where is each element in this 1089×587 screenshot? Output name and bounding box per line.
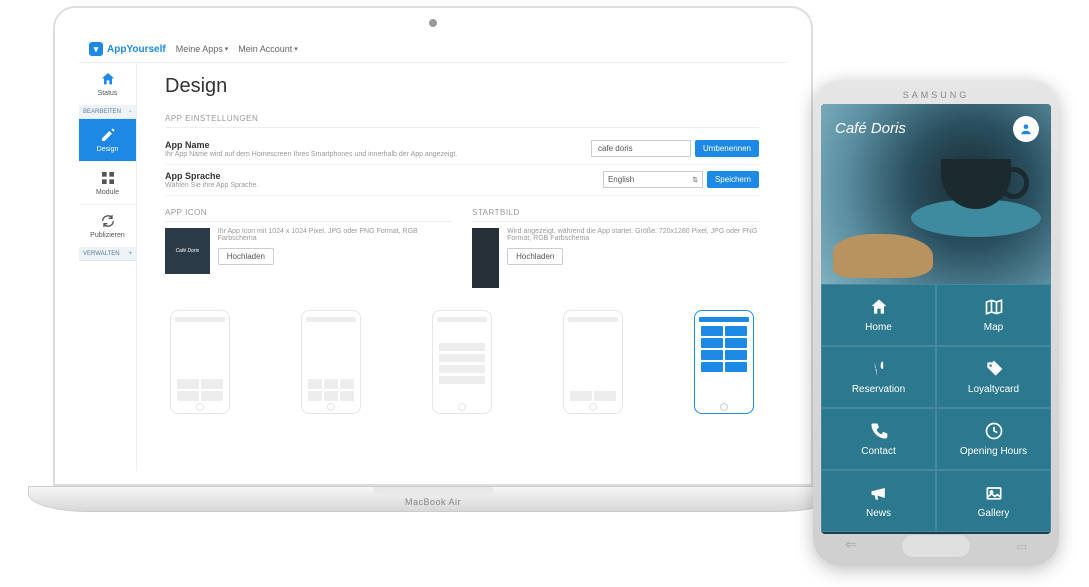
- home-icon: [869, 297, 889, 317]
- app-lang-select[interactable]: English ⇅: [603, 171, 703, 188]
- top-nav: ▾ AppYourself Meine Apps▾ Mein Account▾: [79, 36, 787, 63]
- phone-recents-button[interactable]: ▭: [1017, 540, 1027, 553]
- megaphone-icon: [869, 483, 889, 503]
- tile-contact[interactable]: Contact: [821, 408, 936, 470]
- section-app-icon: APP ICON: [165, 208, 452, 222]
- phone-back-button[interactable]: ⇐: [845, 536, 857, 553]
- laptop-base: MacBook Air: [28, 486, 838, 512]
- hero-image: Café Doris: [821, 104, 1051, 284]
- edit-icon: [100, 127, 116, 143]
- sidebar-section-verwalten[interactable]: VERWALTEN+: [79, 248, 136, 261]
- cutlery-icon: [869, 359, 889, 379]
- home-icon: [100, 71, 116, 87]
- nav-meine-apps[interactable]: Meine Apps▾: [176, 44, 229, 54]
- tile-map[interactable]: Map: [936, 284, 1051, 346]
- section-app-settings: APP EINSTELLUNGEN: [165, 114, 759, 128]
- save-button[interactable]: Speichern: [707, 171, 759, 188]
- phone-icon: [869, 421, 889, 441]
- main-content: Design APP EINSTELLUNGEN App Name Ihr Ap…: [137, 63, 787, 471]
- app-name-desc: Ihr App Name wird auf dem Homescreen Ihr…: [165, 151, 591, 158]
- startbild-desc: Wird angezeigt, während die App startet.…: [507, 228, 759, 242]
- laptop-model-label: MacBook Air: [405, 497, 461, 507]
- phone-home-button[interactable]: [901, 534, 971, 558]
- tile-loyalty[interactable]: Loyaltycard: [936, 346, 1051, 408]
- layout-option-3[interactable]: [427, 310, 497, 414]
- phone-brand: SAMSUNG: [821, 88, 1051, 104]
- section-startbild: STARTBILD: [472, 208, 759, 222]
- phone-mockup: SAMSUNG Café Doris Home Map: [813, 80, 1059, 566]
- cafe-logo: Café Doris: [835, 120, 906, 137]
- profile-button[interactable]: [1013, 116, 1039, 142]
- nav-mein-account[interactable]: Mein Account▾: [238, 44, 298, 54]
- app-lang-desc: Wählen Sie ihre App Sprache.: [165, 182, 603, 189]
- app-icon-desc: Ihr App Icon mit 1024 x 1024 Pixel, JPG …: [218, 228, 452, 242]
- phone-screen: Café Doris Home Map Reservation: [821, 104, 1051, 534]
- app-name-input[interactable]: cafe doris: [591, 140, 691, 157]
- map-icon: [984, 297, 1004, 317]
- rename-button[interactable]: Umbenennen: [695, 140, 759, 157]
- plus-icon: +: [128, 251, 132, 257]
- layout-options: [165, 310, 759, 414]
- clock-icon: [984, 421, 1004, 441]
- startbild-thumbnail: [472, 228, 499, 288]
- camera-dot: [429, 19, 437, 27]
- brand-mark-icon: ▾: [89, 42, 103, 56]
- sidebar-item-status[interactable]: Status: [79, 63, 136, 106]
- app-lang-label: App Sprache: [165, 171, 603, 181]
- sidebar: Status BEARBEITEN− Design Module: [79, 63, 137, 471]
- caret-icon: ▾: [225, 45, 229, 53]
- layout-option-2[interactable]: [296, 310, 366, 414]
- brand-text: AppYourself: [107, 44, 166, 55]
- tile-reservation[interactable]: Reservation: [821, 346, 936, 408]
- setting-app-language: App Sprache Wählen Sie ihre App Sprache.…: [165, 165, 759, 196]
- sidebar-section-bearbeiten[interactable]: BEARBEITEN−: [79, 106, 136, 119]
- select-arrows-icon: ⇅: [692, 176, 698, 184]
- upload-startbild-button[interactable]: Hochladen: [507, 248, 563, 265]
- laptop-mockup: ▾ AppYourself Meine Apps▾ Mein Account▾ …: [28, 6, 838, 512]
- caret-icon: ▾: [294, 45, 298, 53]
- sidebar-item-publizieren[interactable]: Publizieren: [79, 205, 136, 248]
- brand[interactable]: ▾ AppYourself: [89, 42, 166, 56]
- minus-icon: −: [128, 109, 132, 115]
- tile-gallery[interactable]: Gallery: [936, 470, 1051, 532]
- layout-option-4[interactable]: [558, 310, 628, 414]
- tile-hours[interactable]: Opening Hours: [936, 408, 1051, 470]
- setting-app-name: App Name Ihr App Name wird auf dem Homes…: [165, 134, 759, 165]
- sidebar-item-design[interactable]: Design: [79, 119, 136, 162]
- app-icon-thumbnail: Café Doris: [165, 228, 210, 274]
- gallery-icon: [984, 483, 1004, 503]
- refresh-icon: [100, 213, 116, 229]
- tile-news[interactable]: News: [821, 470, 936, 532]
- modules-icon: [100, 170, 116, 186]
- tile-home[interactable]: Home: [821, 284, 936, 346]
- app-screen: ▾ AppYourself Meine Apps▾ Mein Account▾ …: [79, 36, 787, 472]
- sidebar-item-module[interactable]: Module: [79, 162, 136, 205]
- page-title: Design: [165, 75, 759, 98]
- upload-icon-button[interactable]: Hochladen: [218, 248, 274, 265]
- layout-option-5[interactable]: [689, 310, 759, 414]
- tag-icon: [984, 359, 1004, 379]
- tile-grid: Home Map Reservation Loyaltycard Contact: [821, 284, 1051, 532]
- layout-option-1[interactable]: [165, 310, 235, 414]
- app-name-label: App Name: [165, 140, 591, 150]
- user-icon: [1019, 122, 1033, 136]
